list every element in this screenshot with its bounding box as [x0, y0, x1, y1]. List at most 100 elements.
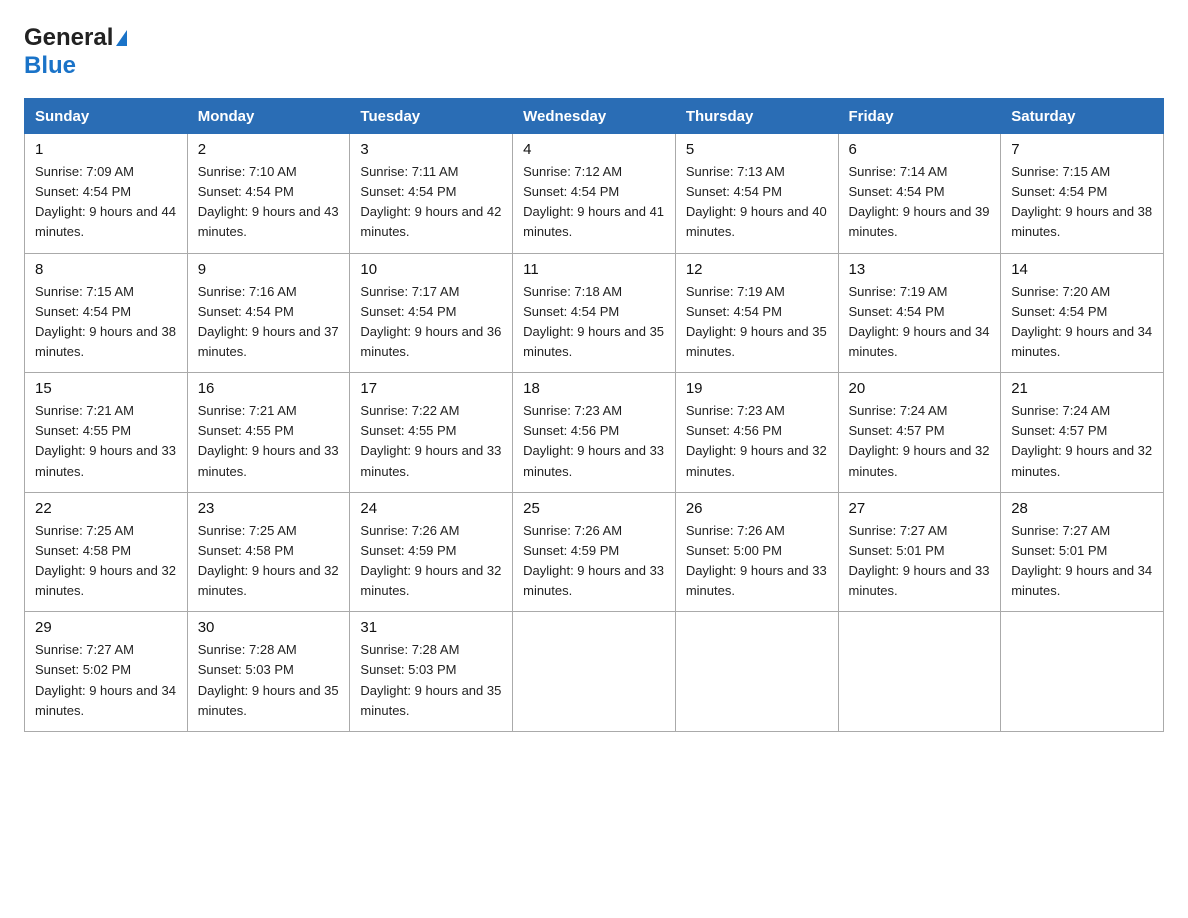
- calendar-header-row: SundayMondayTuesdayWednesdayThursdayFrid…: [25, 99, 1164, 134]
- day-info: Sunrise: 7:09 AMSunset: 4:54 PMDaylight:…: [35, 162, 177, 243]
- day-info: Sunrise: 7:14 AMSunset: 4:54 PMDaylight:…: [849, 162, 991, 243]
- calendar-day-cell: 9 Sunrise: 7:16 AMSunset: 4:54 PMDaylight…: [187, 253, 350, 373]
- day-number: 5: [686, 141, 828, 158]
- day-info: Sunrise: 7:16 AMSunset: 4:54 PMDaylight:…: [198, 282, 340, 363]
- calendar-day-cell: 26 Sunrise: 7:26 AMSunset: 5:00 PMDayligh…: [675, 492, 838, 612]
- day-info: Sunrise: 7:15 AMSunset: 4:54 PMDaylight:…: [1011, 162, 1153, 243]
- day-number: 11: [523, 261, 665, 278]
- day-number: 14: [1011, 261, 1153, 278]
- day-info: Sunrise: 7:27 AMSunset: 5:02 PMDaylight:…: [35, 640, 177, 721]
- day-info: Sunrise: 7:22 AMSunset: 4:55 PMDaylight:…: [360, 401, 502, 482]
- day-number: 13: [849, 261, 991, 278]
- day-number: 29: [35, 619, 177, 636]
- day-info: Sunrise: 7:28 AMSunset: 5:03 PMDaylight:…: [360, 640, 502, 721]
- day-number: 8: [35, 261, 177, 278]
- calendar-day-cell: 3 Sunrise: 7:11 AMSunset: 4:54 PMDaylight…: [350, 134, 513, 254]
- logo-general-text: General: [24, 24, 113, 52]
- calendar-week-row: 15Sunrise: 7:21 AMSunset: 4:55 PMDayligh…: [25, 373, 1164, 493]
- day-info: Sunrise: 7:10 AMSunset: 4:54 PMDaylight:…: [198, 162, 340, 243]
- day-number: 30: [198, 619, 340, 636]
- day-number: 24: [360, 500, 502, 517]
- day-number: 2: [198, 141, 340, 158]
- day-info: Sunrise: 7:28 AMSunset: 5:03 PMDaylight:…: [198, 640, 340, 721]
- day-number: 28: [1011, 500, 1153, 517]
- calendar-week-row: 1 Sunrise: 7:09 AMSunset: 4:54 PMDaylight…: [25, 134, 1164, 254]
- day-info: Sunrise: 7:18 AMSunset: 4:54 PMDaylight:…: [523, 282, 665, 363]
- weekday-header-monday: Monday: [187, 99, 350, 134]
- day-number: 7: [1011, 141, 1153, 158]
- day-info: Sunrise: 7:26 AMSunset: 5:00 PMDaylight:…: [686, 521, 828, 602]
- calendar-day-cell: 4Sunrise: 7:12 AMSunset: 4:54 PMDaylight…: [513, 134, 676, 254]
- calendar-day-cell: [513, 612, 676, 732]
- day-number: 27: [849, 500, 991, 517]
- logo-blue-text: Blue: [24, 52, 76, 79]
- day-number: 20: [849, 380, 991, 397]
- day-info: Sunrise: 7:25 AMSunset: 4:58 PMDaylight:…: [35, 521, 177, 602]
- day-number: 21: [1011, 380, 1153, 397]
- day-number: 19: [686, 380, 828, 397]
- day-info: Sunrise: 7:19 AMSunset: 4:54 PMDaylight:…: [686, 282, 828, 363]
- calendar-day-cell: 19 Sunrise: 7:23 AMSunset: 4:56 PMDayligh…: [675, 373, 838, 493]
- calendar-day-cell: 18Sunrise: 7:23 AMSunset: 4:56 PMDayligh…: [513, 373, 676, 493]
- day-info: Sunrise: 7:24 AMSunset: 4:57 PMDaylight:…: [849, 401, 991, 482]
- logo-arrow-icon: [116, 30, 127, 46]
- day-number: 15: [35, 380, 177, 397]
- calendar-day-cell: 30 Sunrise: 7:28 AMSunset: 5:03 PMDayligh…: [187, 612, 350, 732]
- calendar-day-cell: 2 Sunrise: 7:10 AMSunset: 4:54 PMDaylight…: [187, 134, 350, 254]
- weekday-header-friday: Friday: [838, 99, 1001, 134]
- calendar-day-cell: 7 Sunrise: 7:15 AMSunset: 4:54 PMDaylight…: [1001, 134, 1164, 254]
- calendar-day-cell: 13 Sunrise: 7:19 AMSunset: 4:54 PMDayligh…: [838, 253, 1001, 373]
- day-info: Sunrise: 7:26 AMSunset: 4:59 PMDaylight:…: [360, 521, 502, 602]
- day-number: 3: [360, 141, 502, 158]
- calendar-day-cell: 23Sunrise: 7:25 AMSunset: 4:58 PMDayligh…: [187, 492, 350, 612]
- calendar-day-cell: [1001, 612, 1164, 732]
- day-info: Sunrise: 7:17 AMSunset: 4:54 PMDaylight:…: [360, 282, 502, 363]
- calendar-day-cell: 31 Sunrise: 7:28 AMSunset: 5:03 PMDayligh…: [350, 612, 513, 732]
- calendar-day-cell: 21 Sunrise: 7:24 AMSunset: 4:57 PMDayligh…: [1001, 373, 1164, 493]
- calendar-day-cell: 11 Sunrise: 7:18 AMSunset: 4:54 PMDayligh…: [513, 253, 676, 373]
- calendar-day-cell: 28 Sunrise: 7:27 AMSunset: 5:01 PMDayligh…: [1001, 492, 1164, 612]
- day-info: Sunrise: 7:27 AMSunset: 5:01 PMDaylight:…: [1011, 521, 1153, 602]
- calendar-day-cell: 22 Sunrise: 7:25 AMSunset: 4:58 PMDayligh…: [25, 492, 188, 612]
- day-number: 6: [849, 141, 991, 158]
- day-number: 10: [360, 261, 502, 278]
- weekday-header-wednesday: Wednesday: [513, 99, 676, 134]
- day-number: 18: [523, 380, 665, 397]
- calendar-week-row: 8 Sunrise: 7:15 AMSunset: 4:54 PMDaylight…: [25, 253, 1164, 373]
- calendar-day-cell: 6 Sunrise: 7:14 AMSunset: 4:54 PMDaylight…: [838, 134, 1001, 254]
- day-info: Sunrise: 7:27 AMSunset: 5:01 PMDaylight:…: [849, 521, 991, 602]
- day-info: Sunrise: 7:26 AMSunset: 4:59 PMDaylight:…: [523, 521, 665, 602]
- calendar-day-cell: [675, 612, 838, 732]
- calendar-table: SundayMondayTuesdayWednesdayThursdayFrid…: [24, 98, 1164, 732]
- day-number: 26: [686, 500, 828, 517]
- day-info: Sunrise: 7:24 AMSunset: 4:57 PMDaylight:…: [1011, 401, 1153, 482]
- weekday-header-tuesday: Tuesday: [350, 99, 513, 134]
- day-number: 12: [686, 261, 828, 278]
- calendar-day-cell: 1 Sunrise: 7:09 AMSunset: 4:54 PMDaylight…: [25, 134, 188, 254]
- calendar-day-cell: 25 Sunrise: 7:26 AMSunset: 4:59 PMDayligh…: [513, 492, 676, 612]
- calendar-day-cell: 17Sunrise: 7:22 AMSunset: 4:55 PMDayligh…: [350, 373, 513, 493]
- calendar-week-row: 29 Sunrise: 7:27 AMSunset: 5:02 PMDayligh…: [25, 612, 1164, 732]
- day-info: Sunrise: 7:25 AMSunset: 4:58 PMDaylight:…: [198, 521, 340, 602]
- calendar-day-cell: 24 Sunrise: 7:26 AMSunset: 4:59 PMDayligh…: [350, 492, 513, 612]
- weekday-header-thursday: Thursday: [675, 99, 838, 134]
- day-number: 9: [198, 261, 340, 278]
- page-header: General Blue: [24, 24, 1164, 80]
- day-info: Sunrise: 7:11 AMSunset: 4:54 PMDaylight:…: [360, 162, 502, 243]
- calendar-day-cell: 15Sunrise: 7:21 AMSunset: 4:55 PMDayligh…: [25, 373, 188, 493]
- calendar-day-cell: 20 Sunrise: 7:24 AMSunset: 4:57 PMDayligh…: [838, 373, 1001, 493]
- day-number: 22: [35, 500, 177, 517]
- day-number: 31: [360, 619, 502, 636]
- calendar-week-row: 22 Sunrise: 7:25 AMSunset: 4:58 PMDayligh…: [25, 492, 1164, 612]
- day-info: Sunrise: 7:19 AMSunset: 4:54 PMDaylight:…: [849, 282, 991, 363]
- calendar-day-cell: 10 Sunrise: 7:17 AMSunset: 4:54 PMDayligh…: [350, 253, 513, 373]
- day-number: 16: [198, 380, 340, 397]
- calendar-day-cell: 8 Sunrise: 7:15 AMSunset: 4:54 PMDaylight…: [25, 253, 188, 373]
- day-info: Sunrise: 7:23 AMSunset: 4:56 PMDaylight:…: [686, 401, 828, 482]
- calendar-day-cell: 29 Sunrise: 7:27 AMSunset: 5:02 PMDayligh…: [25, 612, 188, 732]
- day-info: Sunrise: 7:15 AMSunset: 4:54 PMDaylight:…: [35, 282, 177, 363]
- day-info: Sunrise: 7:13 AMSunset: 4:54 PMDaylight:…: [686, 162, 828, 243]
- day-number: 1: [35, 141, 177, 158]
- day-number: 25: [523, 500, 665, 517]
- calendar-day-cell: 16Sunrise: 7:21 AMSunset: 4:55 PMDayligh…: [187, 373, 350, 493]
